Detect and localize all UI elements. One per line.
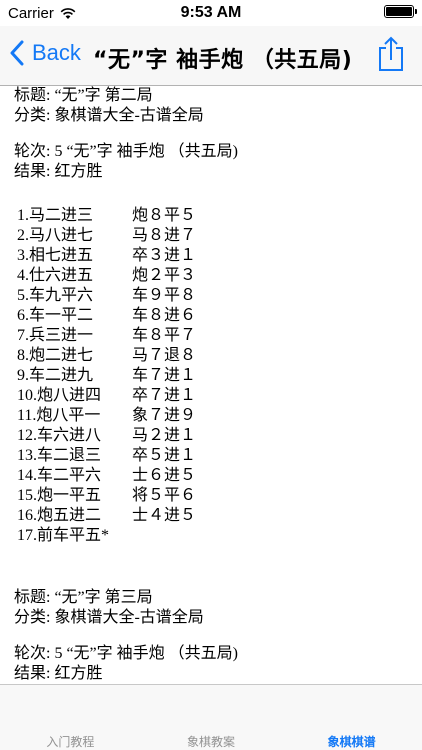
red-move: 11.炮八平一 xyxy=(17,407,101,424)
move-row: 1.马二进三 炮８平５ xyxy=(14,206,422,226)
battery-icon xyxy=(384,5,417,18)
move-row: 13.车二退三 卒５进１ xyxy=(14,446,422,466)
black-move: 卒５进１ xyxy=(132,447,197,464)
status-bar: Carrier 9:53 AM xyxy=(0,0,422,26)
tab-bar: 入门教程 象棋教案 象棋棋谱 xyxy=(0,684,422,750)
black-move: 炮２平３ xyxy=(132,267,197,284)
move-list: 1.马二进三 炮８平５ 2.马八进七 马８进７ 3.相七进五 卒３进１ 4.仕六进五 炮… xyxy=(14,206,422,546)
black-move: 卒３进１ xyxy=(132,247,197,264)
red-move: 14.车二平六 xyxy=(17,467,102,484)
move-row: 15.炮一平五 将５平６ xyxy=(14,486,422,506)
record-result: 结果: 红方胜 xyxy=(14,163,103,180)
red-move: 4.仕六进五 xyxy=(17,267,94,284)
move-row: 4.仕六进五 炮２平３ xyxy=(14,266,422,286)
red-move: 5.车九平六 xyxy=(17,287,94,304)
red-move: 3.相七进五 xyxy=(17,247,94,264)
record-round: 轮次: 5 “无”字 袖手炮 （共五局) xyxy=(14,645,238,662)
game-record: 标题: “无”字 第三局 分类: 象棋谱大全-古谱全局 轮次: 5 “无”字 袖… xyxy=(0,588,422,684)
red-move: 15.炮一平五 xyxy=(17,487,102,504)
black-move: 卒７进１ xyxy=(132,387,197,404)
black-move: 车８平７ xyxy=(132,327,197,344)
red-move: 17.前车平五* xyxy=(17,527,110,544)
record-title: 标题: “无”字 第三局 xyxy=(14,589,153,606)
game-record: 标题: “无”字 第二局 分类: 象棋谱大全-古谱全局 轮次: 5 “无”字 袖… xyxy=(0,86,422,546)
move-row: 11.炮八平一 象７进９ xyxy=(14,406,422,426)
move-row: 7.兵三进一 车８平７ xyxy=(14,326,422,346)
chevron-left-icon xyxy=(10,40,24,66)
black-move: 士６进５ xyxy=(132,467,197,484)
black-move: 象７进９ xyxy=(132,407,197,424)
status-right xyxy=(378,5,417,18)
black-move: 士４进５ xyxy=(132,507,197,524)
navigation-bar: Back “无”字 袖手炮 （共五局) xyxy=(0,26,422,86)
red-move: 16.炮五进二 xyxy=(17,507,102,524)
tab-beginner-tutorial[interactable]: 入门教程 xyxy=(0,685,141,750)
move-row: 8.炮二进七 马７退８ xyxy=(14,346,422,366)
move-row: 3.相七进五 卒３进１ xyxy=(14,246,422,266)
share-icon[interactable] xyxy=(376,36,406,72)
game-record-content[interactable]: 标题: “无”字 第二局 分类: 象棋谱大全-古谱全局 轮次: 5 “无”字 袖… xyxy=(0,86,422,684)
red-move: 13.车二退三 xyxy=(17,447,102,464)
black-move: 车８进６ xyxy=(132,307,197,324)
record-category: 分类: 象棋谱大全-古谱全局 xyxy=(14,609,204,626)
black-move: 车７进１ xyxy=(132,367,197,384)
record-category: 分类: 象棋谱大全-古谱全局 xyxy=(14,107,204,124)
red-move: 10.炮八进四 xyxy=(17,387,102,404)
record-result: 结果: 红方胜 xyxy=(14,665,103,682)
black-move: 马７退８ xyxy=(132,347,197,364)
move-row: 2.马八进七 马８进７ xyxy=(14,226,422,246)
status-time: 9:53 AM xyxy=(180,4,242,21)
black-move: 车９平８ xyxy=(132,287,197,304)
red-move: 8.炮二进七 xyxy=(17,347,94,364)
red-move: 6.车一平二 xyxy=(17,307,94,324)
red-move: 1.马二进三 xyxy=(17,207,94,224)
tab-chess-lessons[interactable]: 象棋教案 xyxy=(141,685,282,750)
black-move: 炮８平５ xyxy=(132,207,197,224)
black-move: 将５平６ xyxy=(132,487,197,504)
back-button[interactable]: Back xyxy=(10,40,81,66)
record-round: 轮次: 5 “无”字 袖手炮 （共五局) xyxy=(14,143,238,160)
red-move: 7.兵三进一 xyxy=(17,327,94,344)
move-row: 17.前车平五* xyxy=(14,526,422,546)
move-row: 9.车二进九 车７进１ xyxy=(14,366,422,386)
move-row: 5.车九平六 车９平８ xyxy=(14,286,422,306)
move-row: 14.车二平六 士６进５ xyxy=(14,466,422,486)
black-move: 马２进１ xyxy=(132,427,197,444)
move-row: 16.炮五进二 士４进５ xyxy=(14,506,422,526)
page-title: “无”字 袖手炮 （共五局) xyxy=(93,48,353,73)
move-row: 12.车六进八 马２进１ xyxy=(14,426,422,446)
tab-chess-records[interactable]: 象棋棋谱 xyxy=(281,685,422,750)
back-label: Back xyxy=(32,40,81,65)
black-move: 马８进７ xyxy=(132,227,197,244)
move-row: 10.炮八进四 卒７进１ xyxy=(14,386,422,406)
record-title: 标题: “无”字 第二局 xyxy=(14,87,153,104)
move-row: 6.车一平二 车８进６ xyxy=(14,306,422,326)
red-move: 12.车六进八 xyxy=(17,427,102,444)
red-move: 9.车二进九 xyxy=(17,367,94,384)
red-move: 2.马八进七 xyxy=(17,227,94,244)
